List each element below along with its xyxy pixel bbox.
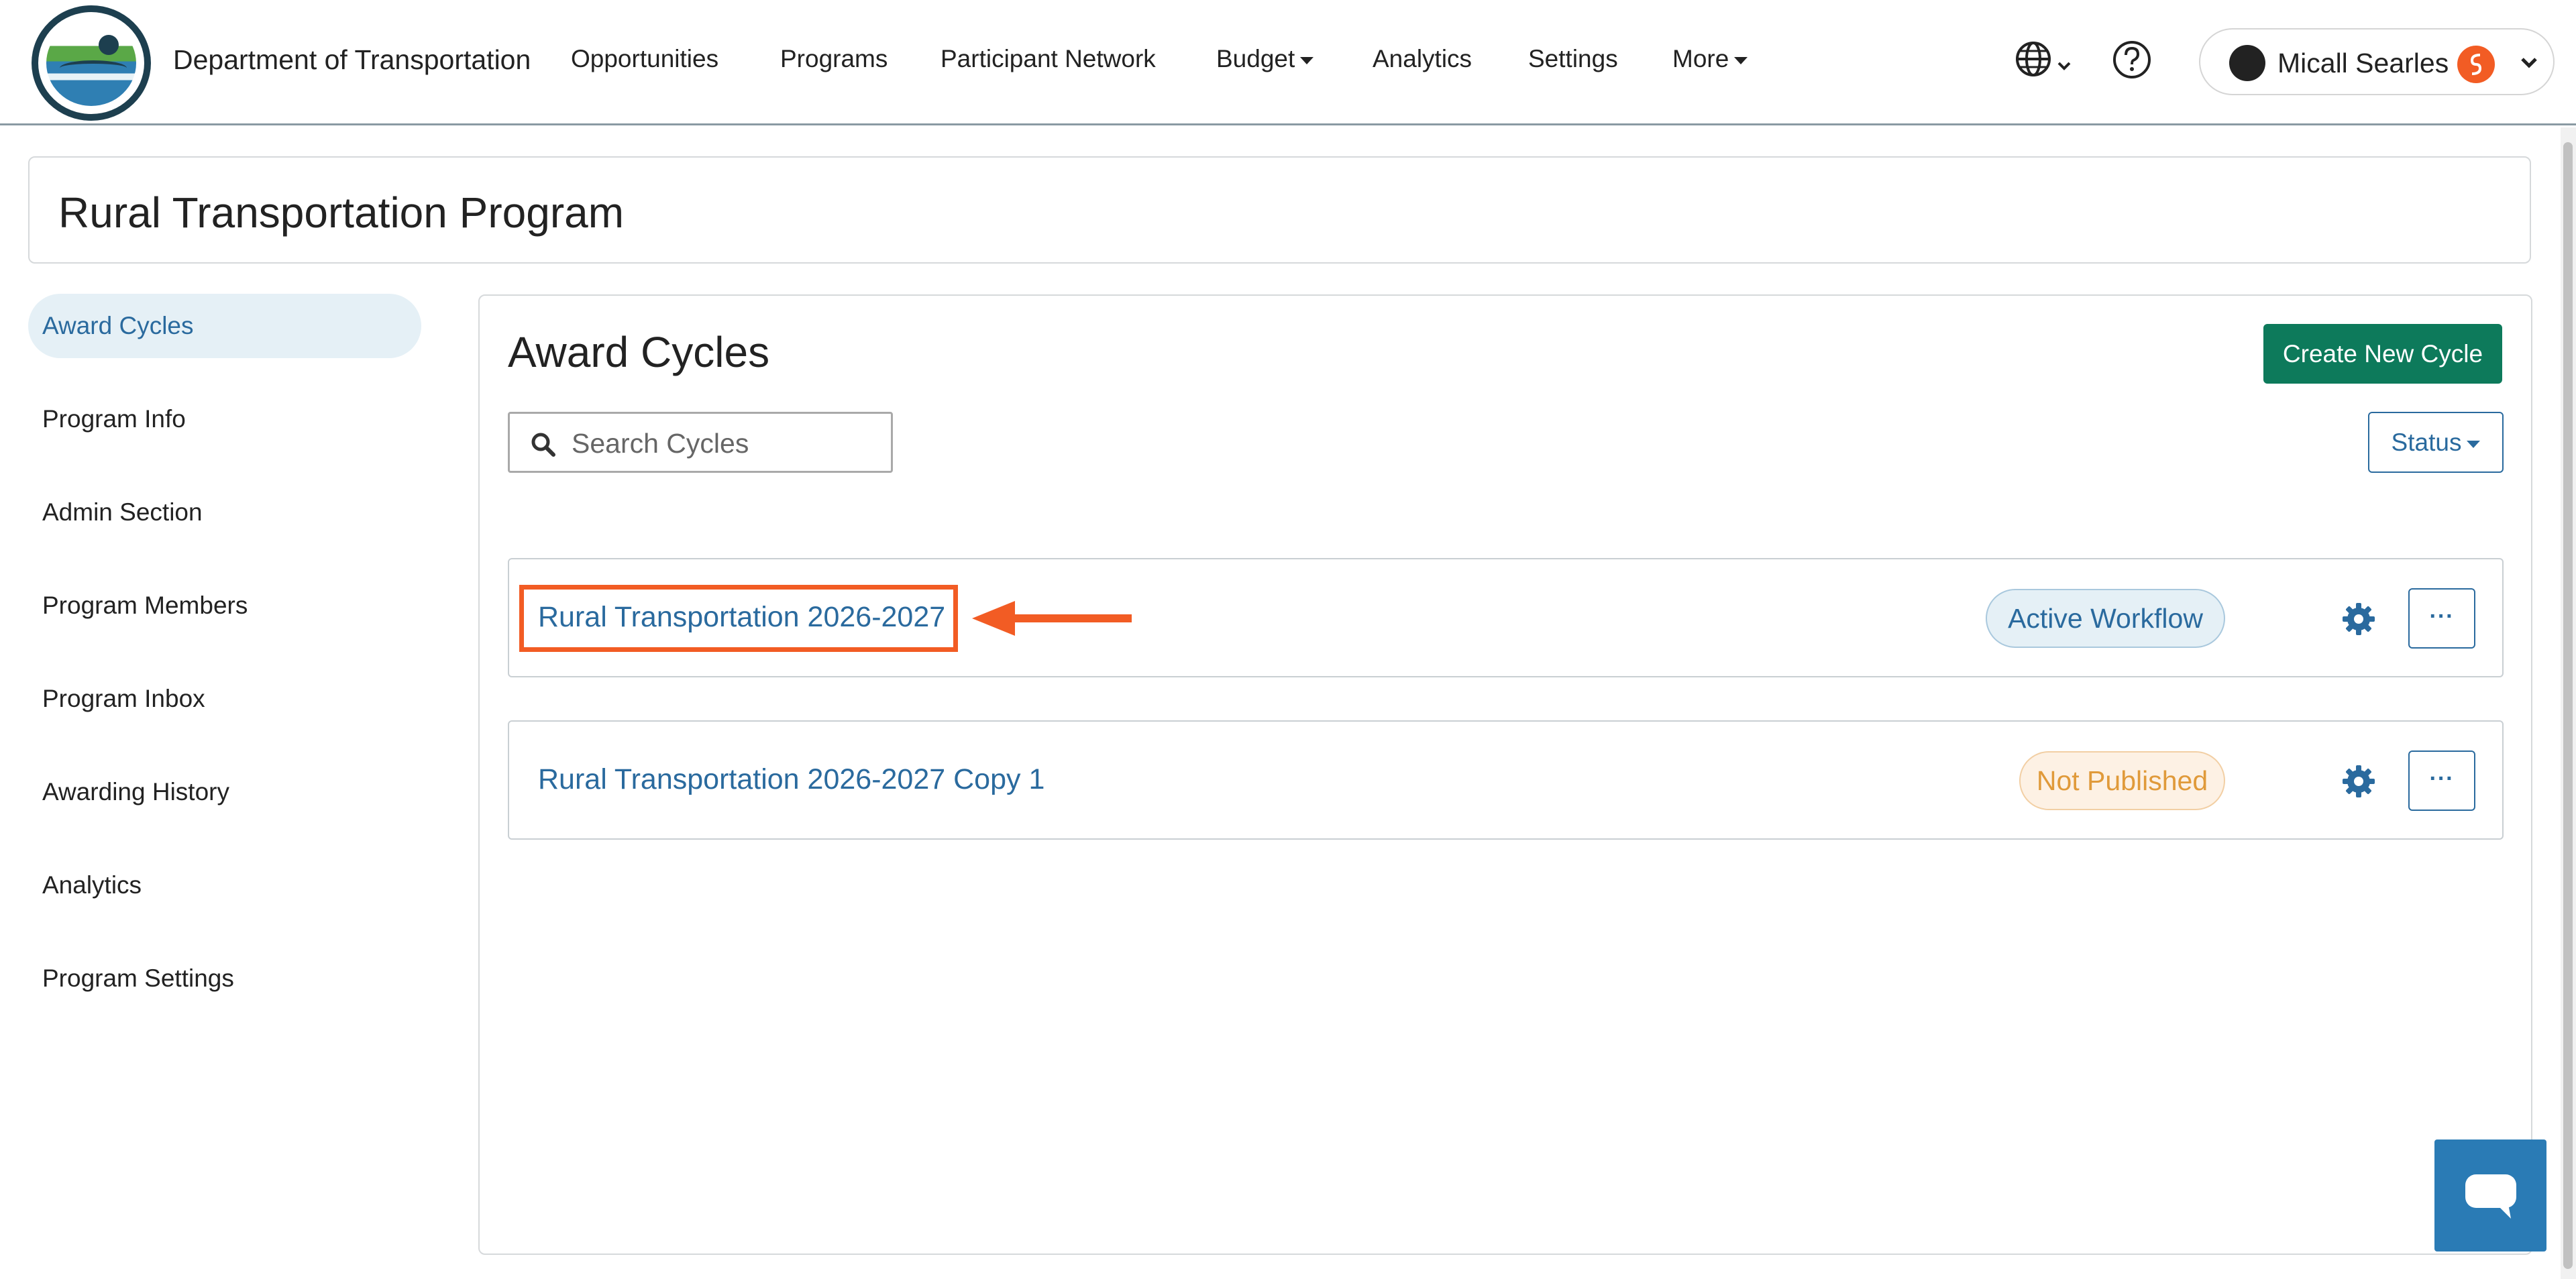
chat-bubble-icon [2465, 1174, 2516, 1219]
nav-link-settings[interactable]: Settings [1528, 45, 1618, 73]
sidebar-item-award-cycles[interactable]: Award Cycles [28, 294, 421, 358]
gear-icon[interactable] [2341, 764, 2376, 799]
nav-link-programs[interactable]: Programs [780, 45, 888, 73]
top-navigation-bar: Department of Transportation Opportuniti… [0, 0, 2576, 125]
status-filter-label: Status [2391, 429, 2462, 456]
org-name[interactable]: Department of Transportation [173, 44, 531, 76]
nav-link-more-label: More [1672, 45, 1729, 72]
nav-link-opportunities[interactable]: Opportunities [571, 45, 718, 73]
sidebar-item-program-settings[interactable]: Program Settings [28, 946, 421, 1011]
cycle-row: Rural Transportation 2026-2027 Copy 1 No… [508, 720, 2504, 840]
sidebar-item-awarding-history[interactable]: Awarding History [28, 760, 421, 824]
nav-link-budget[interactable]: Budget [1216, 45, 1314, 73]
cycle-row: Rural Transportation 2026-2027 Active Wo… [508, 558, 2504, 677]
sidebar-item-analytics[interactable]: Analytics [28, 853, 421, 917]
gear-icon[interactable] [2341, 602, 2376, 636]
sidebar-item-program-members[interactable]: Program Members [28, 573, 421, 638]
nav-link-more[interactable]: More [1672, 45, 1748, 73]
status-badge: Not Published [2019, 751, 2225, 810]
caret-down-icon [1300, 56, 1314, 64]
help-button[interactable] [2111, 39, 2153, 80]
annotation-arrow-icon [972, 601, 1132, 636]
nav-link-participant-network[interactable]: Participant Network [941, 45, 1156, 73]
language-selector[interactable] [2015, 39, 2082, 80]
scrollbar-thumb[interactable] [2563, 142, 2573, 1269]
globe-icon [2016, 42, 2071, 76]
more-actions-button[interactable]: ··· [2408, 588, 2475, 649]
program-header: Rural Transportation Program [28, 156, 2531, 264]
caret-down-icon [2467, 440, 2481, 448]
user-menu[interactable]: Micall Searles [2199, 28, 2555, 95]
sidebar-item-program-inbox[interactable]: Program Inbox [28, 667, 421, 731]
nav-link-analytics[interactable]: Analytics [1373, 45, 1472, 73]
create-new-cycle-button[interactable]: Create New Cycle [2263, 324, 2502, 384]
sidebar-item-admin-section[interactable]: Admin Section [28, 480, 421, 545]
cycle-link[interactable]: Rural Transportation 2026-2027 Copy 1 [538, 763, 1044, 796]
search-input[interactable] [570, 422, 881, 465]
more-actions-button[interactable]: ··· [2408, 750, 2475, 811]
user-name: Micall Searles [2277, 48, 2449, 78]
chat-widget-button[interactable] [2434, 1139, 2546, 1252]
avatar [2229, 45, 2265, 81]
search-icon [531, 433, 555, 457]
search-field[interactable] [508, 412, 893, 473]
sidebar-item-program-info[interactable]: Program Info [28, 387, 421, 451]
page-title: Rural Transportation Program [58, 188, 625, 237]
agency-seal-logo[interactable] [32, 5, 151, 121]
chevron-down-icon [2521, 58, 2537, 68]
caret-down-icon [1734, 56, 1748, 64]
section-title: Award Cycles [508, 328, 770, 376]
status-filter-dropdown[interactable]: Status [2368, 412, 2504, 473]
status-badge: Active Workflow [1986, 589, 2225, 648]
brand-s-icon [2457, 46, 2495, 83]
nav-link-budget-label: Budget [1216, 45, 1295, 72]
help-circle-icon [2113, 41, 2151, 78]
cycle-link[interactable]: Rural Transportation 2026-2027 [538, 601, 945, 634]
